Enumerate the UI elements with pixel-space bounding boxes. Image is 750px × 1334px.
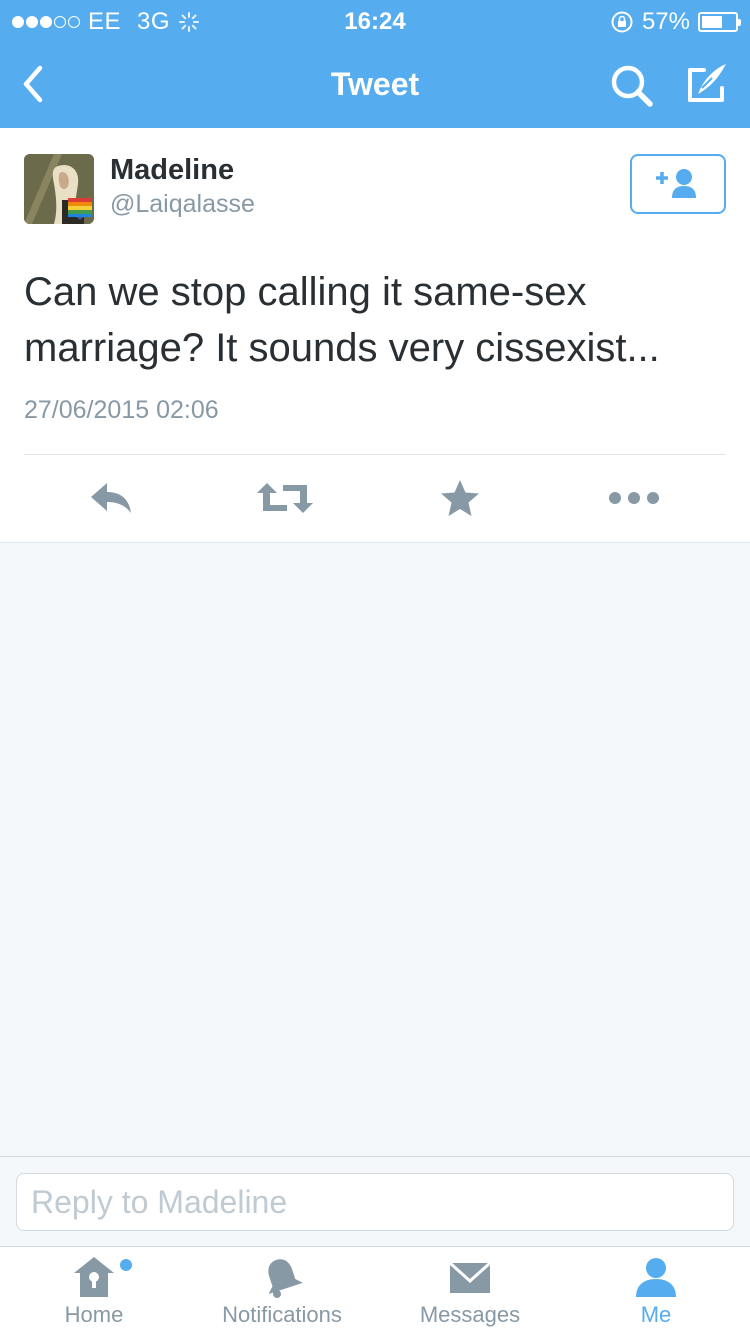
- follow-button[interactable]: [630, 154, 726, 214]
- tab-bar: Home Notifications Messages Me: [0, 1246, 750, 1334]
- reply-bar: [0, 1156, 750, 1246]
- tab-label: Me: [640, 1302, 672, 1327]
- header: EE 3G 16:24 57% Tweet: [0, 0, 750, 128]
- tweet-text: Can we stop calling it same-sex marriage…: [24, 270, 660, 370]
- avatar[interactable]: [24, 154, 94, 224]
- more-icon: [609, 492, 659, 504]
- retweet-icon: [257, 483, 313, 513]
- person-icon: [636, 1258, 676, 1297]
- orientation-lock-icon: [611, 11, 633, 33]
- envelope-icon: [448, 1261, 492, 1293]
- status-bar: EE 3G 16:24 57%: [0, 0, 750, 40]
- tab-label: Notifications: [222, 1302, 342, 1327]
- battery-percent: 57%: [641, 8, 690, 35]
- reply-input[interactable]: [16, 1173, 734, 1231]
- retweet-button[interactable]: [255, 476, 315, 520]
- user-handle[interactable]: @Laiqalasse: [110, 190, 255, 219]
- reply-icon: [91, 483, 131, 513]
- nav-bar: Tweet: [0, 40, 750, 128]
- tweet-timestamp: 27/06/2015 02:06: [24, 396, 219, 424]
- tab-messages[interactable]: Messages: [376, 1247, 564, 1334]
- reply-button[interactable]: [82, 476, 142, 520]
- compose-icon[interactable]: [682, 60, 732, 110]
- search-icon[interactable]: [608, 62, 656, 110]
- tab-notifications[interactable]: Notifications: [188, 1247, 376, 1334]
- divider: [24, 454, 726, 455]
- tab-label: Messages: [419, 1302, 521, 1327]
- battery-icon: [698, 12, 741, 32]
- favorite-icon: [441, 480, 479, 516]
- tab-me[interactable]: Me: [562, 1247, 750, 1334]
- home-icon: [74, 1257, 114, 1297]
- user-name[interactable]: Madeline: [110, 154, 234, 187]
- avatar-image: [24, 154, 94, 224]
- tweet-card: Madeline @Laiqalasse Can we stop calling…: [0, 128, 750, 543]
- bell-icon: [268, 1259, 303, 1298]
- favorite-button[interactable]: [430, 476, 490, 520]
- add-user-icon: [656, 169, 696, 198]
- tab-home[interactable]: Home: [0, 1247, 188, 1334]
- tab-label: Home: [64, 1302, 124, 1327]
- notification-dot: [120, 1259, 132, 1271]
- tweet-actions: [0, 470, 750, 530]
- status-right: 57%: [610, 8, 741, 36]
- more-button[interactable]: [604, 476, 664, 520]
